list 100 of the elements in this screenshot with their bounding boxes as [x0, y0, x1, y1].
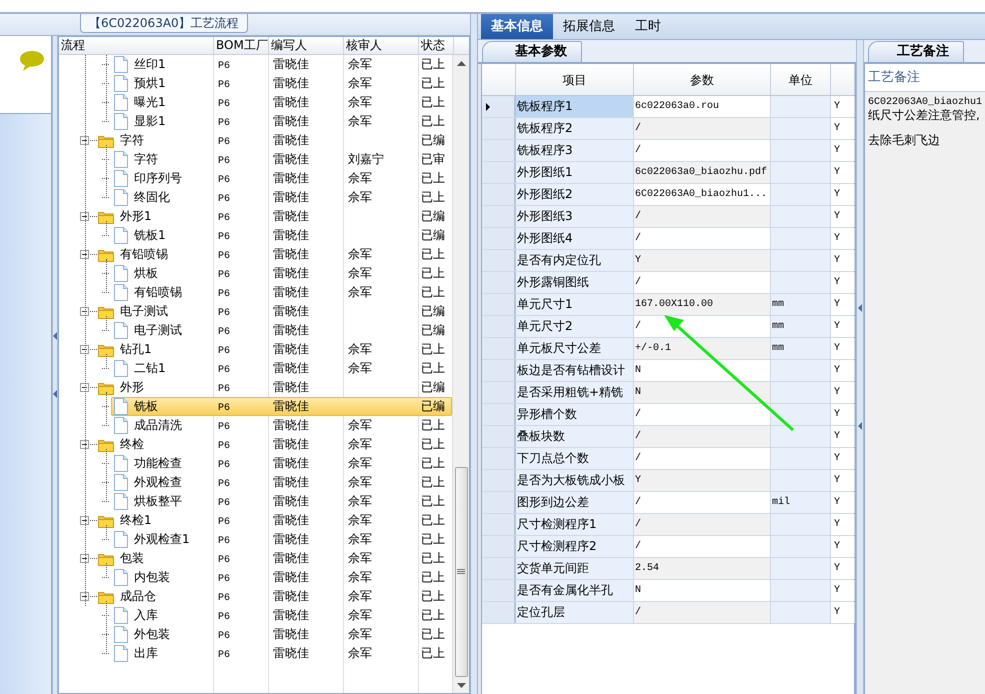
- writer-cell: 雷晓佳: [273, 380, 309, 394]
- writer-cell: 雷晓佳: [273, 247, 309, 261]
- bom-factory-cell: P6: [218, 175, 230, 186]
- value-cell: N: [634, 382, 771, 403]
- reviewer-cell: 佘军: [348, 361, 372, 375]
- panel-title: 【6C022063A0】工艺流程: [80, 14, 248, 33]
- bom-factory-cell: P6: [218, 270, 230, 281]
- step-label[interactable]: 铣板1: [134, 226, 166, 245]
- flag-cell: Y: [830, 162, 855, 183]
- writer-cell: 雷晓佳: [273, 133, 309, 147]
- note-line: 去除毛刺飞边: [868, 133, 940, 147]
- step-label[interactable]: 丝印1: [134, 55, 166, 74]
- bom-factory-cell: P6: [218, 327, 230, 338]
- step-label[interactable]: 二钻1: [134, 359, 166, 378]
- step-label[interactable]: 烘板整平: [134, 492, 182, 511]
- step-label[interactable]: 外包装: [134, 625, 170, 644]
- step-label[interactable]: 电子测试: [134, 321, 182, 340]
- step-label[interactable]: 入库: [134, 606, 158, 625]
- status-cell: 已上: [421, 570, 445, 584]
- column-header[interactable]: 参数: [690, 70, 714, 88]
- step-label[interactable]: 字符: [134, 150, 158, 169]
- step-label[interactable]: 烘板: [134, 264, 158, 283]
- column-header[interactable]: 编写人: [271, 38, 307, 52]
- writer-cell: 雷晓佳: [273, 570, 309, 584]
- folder-label[interactable]: 有铅喷锡: [120, 245, 168, 264]
- reviewer-cell: 佘军: [348, 532, 372, 546]
- item-cell: 铣板程序3: [516, 140, 634, 161]
- item-cell: 单元尺寸2: [516, 316, 634, 337]
- folder-label[interactable]: 成品仓: [120, 587, 156, 606]
- step-label[interactable]: 预烘1: [134, 74, 166, 93]
- status-cell: 已上: [421, 190, 445, 204]
- value-cell: /: [634, 536, 771, 557]
- tab[interactable]: 工时: [624, 14, 671, 39]
- item-cell: 外形图纸1: [516, 162, 634, 183]
- reviewer-cell: 佘军: [348, 95, 372, 109]
- folder-label[interactable]: 外形1: [120, 207, 152, 226]
- step-label[interactable]: 曝光1: [134, 93, 166, 112]
- bom-factory-cell: P6: [218, 441, 230, 452]
- folder-label[interactable]: 字符: [120, 131, 144, 150]
- folder-label[interactable]: 电子测试: [120, 302, 168, 321]
- notes-tab[interactable]: 工艺备注: [868, 41, 964, 62]
- unit-cell: mm: [770, 338, 831, 359]
- status-cell: 已审: [421, 152, 445, 166]
- item-cell: 铣板程序2: [516, 118, 634, 139]
- step-label[interactable]: 外观检查: [134, 473, 182, 492]
- column-header[interactable]: 状态: [421, 38, 445, 52]
- status-cell: 已上: [421, 475, 445, 489]
- reviewer-cell: 佘军: [348, 589, 372, 603]
- column-header[interactable]: 核审人: [346, 38, 382, 52]
- item-cell: 尺寸检测程序2: [516, 536, 634, 557]
- reviewer-cell: 佘军: [348, 76, 372, 90]
- value-cell: /: [634, 206, 771, 227]
- step-label[interactable]: 出库: [134, 644, 158, 663]
- step-label[interactable]: 外观检查1: [134, 530, 190, 549]
- writer-cell: 雷晓佳: [273, 608, 309, 622]
- writer-cell: 雷晓佳: [273, 171, 309, 185]
- step-label[interactable]: 有铅喷锡: [134, 283, 182, 302]
- step-label[interactable]: 印序列号: [134, 169, 182, 188]
- status-cell: 已编: [421, 399, 445, 413]
- reviewer-cell: 佘军: [348, 475, 372, 489]
- folder-label[interactable]: 终检1: [120, 511, 152, 530]
- step-label[interactable]: 内包装: [134, 568, 170, 587]
- writer-cell: 雷晓佳: [273, 437, 309, 451]
- reviewer-cell: 佘军: [348, 247, 372, 261]
- bom-factory-cell: P6: [218, 213, 230, 224]
- flag-cell: Y: [830, 558, 855, 579]
- reviewer-cell: 佘军: [348, 646, 372, 660]
- status-cell: 已编: [421, 228, 445, 242]
- step-label[interactable]: 终固化: [134, 188, 170, 207]
- writer-cell: 雷晓佳: [273, 646, 309, 660]
- folder-label[interactable]: 终检: [120, 435, 144, 454]
- folder-label[interactable]: 包装: [120, 549, 144, 568]
- bom-factory-cell: P6: [218, 384, 230, 395]
- flag-cell: Y: [830, 272, 855, 293]
- bom-factory-cell: P6: [218, 80, 230, 91]
- step-label[interactable]: 铣板: [134, 397, 158, 416]
- column-header[interactable]: BOM工厂: [216, 38, 268, 52]
- item-cell: 单元尺寸1: [516, 294, 634, 315]
- step-label[interactable]: 显影1: [134, 112, 166, 131]
- tab[interactable]: 拓展信息: [552, 14, 625, 39]
- writer-cell: 雷晓佳: [273, 532, 309, 546]
- step-label[interactable]: 成品清洗: [134, 416, 182, 435]
- item-cell: 是否有内定位孔: [516, 250, 634, 271]
- column-header[interactable]: 项目: [562, 70, 586, 88]
- writer-cell: 雷晓佳: [273, 627, 309, 641]
- bom-factory-cell: P6: [218, 612, 230, 623]
- column-header[interactable]: 流程: [61, 38, 85, 52]
- step-label[interactable]: 功能检查: [134, 454, 182, 473]
- tab[interactable]: 基本信息: [480, 14, 553, 39]
- sub-tab[interactable]: 基本参数: [482, 41, 582, 62]
- bom-factory-cell: P6: [218, 650, 230, 661]
- reviewer-cell: 佘军: [348, 456, 372, 470]
- writer-cell: 雷晓佳: [273, 285, 309, 299]
- folder-label[interactable]: 外形: [120, 378, 144, 397]
- writer-cell: 雷晓佳: [273, 418, 309, 432]
- folder-label[interactable]: 钻孔1: [120, 340, 152, 359]
- item-cell: 异形槽个数: [516, 404, 634, 425]
- note-line: 6C022063A0_biaozhu1: [868, 97, 982, 108]
- column-header[interactable]: 单位: [788, 70, 812, 88]
- bom-factory-cell: P6: [218, 251, 230, 262]
